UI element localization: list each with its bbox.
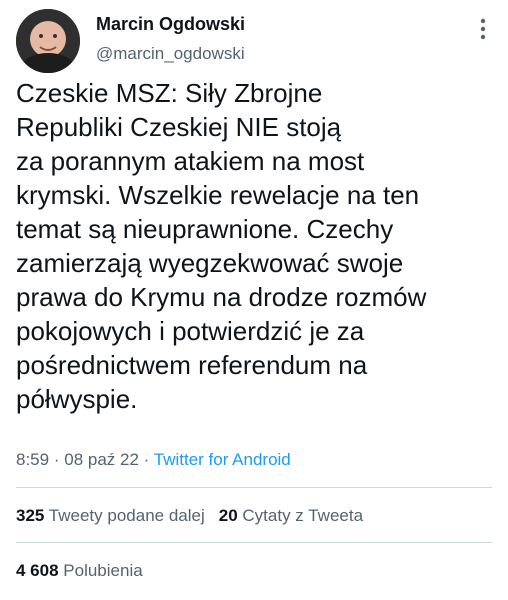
divider — [16, 542, 492, 543]
divider — [16, 487, 492, 488]
likes-stat[interactable]: 4 608 Polubienia — [16, 561, 143, 580]
likes-count: 4 608 — [16, 561, 59, 580]
tweet-text: Czeskie MSZ: Siły Zbrojne Republiki Czes… — [16, 78, 427, 414]
quotes-stat[interactable]: 20 Cytaty z Tweeta — [219, 506, 363, 525]
retweets-label: Tweety podane dalej — [48, 506, 205, 525]
tweet-time[interactable]: 8:59 — [16, 450, 49, 469]
author-handle[interactable]: @marcin_ogdowski — [96, 44, 245, 64]
meta-separator: · — [143, 450, 150, 469]
tweet-meta: 8:59 · 08 paź 22 · Twitter for Android — [16, 450, 291, 470]
author-name[interactable]: Marcin Ogdowski — [96, 14, 245, 35]
retweets-count: 325 — [16, 506, 45, 525]
quotes-count: 20 — [218, 506, 238, 525]
more-options-button[interactable] — [472, 18, 494, 40]
retweets-stat[interactable]: 325 Tweety podane dalej — [16, 506, 205, 525]
engagement-row: 325 Tweety podane dalej 20 Cytaty z Tweet… — [16, 506, 363, 526]
user-avatar-icon — [16, 9, 80, 73]
vertical-dots-icon — [480, 18, 486, 40]
avatar[interactable] — [16, 9, 80, 73]
tweet-date[interactable]: 08 paź 22 — [64, 450, 139, 469]
likes-label: Polubienia — [63, 561, 143, 580]
likes-row: 4 608 Polubienia — [16, 561, 143, 581]
tweet-source[interactable]: Twitter for Android — [154, 450, 291, 469]
quotes-label: Cytaty z Tweeta — [242, 506, 364, 525]
meta-separator: · — [53, 450, 60, 469]
